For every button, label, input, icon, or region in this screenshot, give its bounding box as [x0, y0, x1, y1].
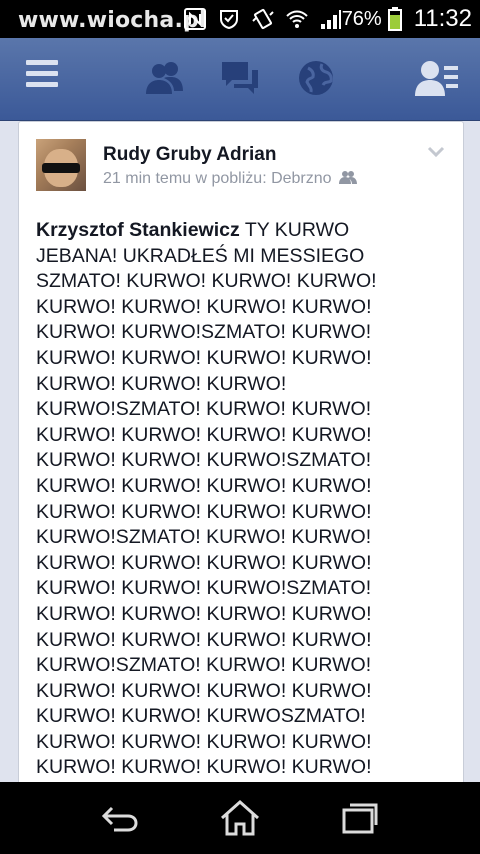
post-line: KURWO! KURWO! KURWO! KURWO! — [36, 423, 372, 446]
signal-icon — [321, 10, 341, 29]
battery-percent: 76% — [341, 7, 382, 30]
watermark: www.wiocha.pl — [18, 8, 207, 33]
wifi-icon — [286, 10, 308, 28]
post-line: KURWO! KURWO! KURWO! — [36, 372, 287, 395]
post-line: KURWO! KURWO! KURWO! KURWO! — [36, 474, 372, 497]
audience-friends-icon — [339, 171, 358, 184]
post-line: KURWO! KURWO! KURWO! KURWO! — [36, 679, 372, 702]
friends-icon[interactable] — [140, 54, 188, 102]
battery-icon — [387, 7, 402, 31]
post-line: KURWO! KURWO! KURWO! KURWO! — [36, 628, 372, 651]
post-line: KURWO! KURWO! KURWO!SZMATO! — [36, 577, 372, 600]
post-line: KURWO! KURWO! KURWO! KURWO! — [36, 551, 372, 574]
vibrate-icon — [252, 8, 274, 30]
recent-apps-icon[interactable] — [338, 798, 382, 838]
clock: 11:32 — [413, 5, 472, 32]
post-line: KURWO!SZMATO! KURWO! KURWO! — [36, 398, 372, 421]
post-line: SZMATO! KURWO! KURWO! KURWO! — [36, 270, 377, 293]
post-line: KURWO! KURWO!SZMATO! KURWO! — [36, 321, 372, 344]
post-line: KURWO! KURWO! KURWOSZMATO! — [36, 705, 366, 728]
post-line: KURWO! KURWO! KURWO! KURWO! — [36, 602, 372, 625]
post-meta: 21 min temu w pobliżu: Debrzno — [103, 170, 358, 188]
back-icon[interactable] — [98, 798, 142, 838]
friend-requests-icon[interactable] — [412, 54, 460, 102]
post-line: KURWO! KURWO! KURWO! KURWO! — [36, 730, 372, 753]
post-body: Krzysztof Stankiewicz TY KURWO JEBANA! U… — [36, 218, 456, 781]
messages-icon[interactable] — [216, 54, 264, 102]
status-right: 76% 11:32 — [341, 5, 472, 32]
menu-icon[interactable] — [18, 54, 66, 102]
post-line: KURWO! KURWO! KURWO! KURWO! — [36, 295, 372, 318]
post-line: TY KURWO — [244, 219, 350, 241]
chevron-down-icon[interactable] — [427, 146, 445, 158]
shield-icon — [220, 10, 238, 30]
status-bar: www.wiocha.pl 76% 11:32 — [0, 0, 480, 38]
post-line: JEBANA! UKRADŁEŚ MI MESSIEGO — [36, 244, 365, 267]
system-nav-bar — [0, 782, 480, 854]
post-author[interactable]: Rudy Gruby Adrian — [103, 144, 276, 166]
post-meta-text: 21 min temu w pobliżu: Debrzno — [103, 170, 332, 187]
post-line: KURWO!SZMATO! KURWO! KURWO! — [36, 654, 372, 677]
post-line: KURWO! KURWO! KURWO!SZMATO! — [36, 449, 372, 472]
post-card: Rudy Gruby Adrian 21 min temu w pobliżu:… — [18, 121, 464, 803]
top-nav-bar — [0, 38, 480, 121]
notifications-globe-icon[interactable] — [292, 54, 340, 102]
avatar[interactable] — [36, 139, 86, 191]
post-line: KURWO! KURWO! KURWO! KURWO! — [36, 346, 372, 369]
tagged-user[interactable]: Krzysztof Stankiewicz — [36, 219, 240, 241]
post-line: KURWO!SZMATO! KURWO! KURWO! — [36, 526, 372, 549]
post-line: KURWO! KURWO! KURWO! KURWO! — [36, 756, 372, 779]
status-icons — [182, 6, 352, 32]
nfc-icon — [184, 8, 206, 30]
post-line: KURWO! KURWO! KURWO! KURWO! — [36, 500, 372, 523]
home-icon[interactable] — [218, 798, 262, 838]
